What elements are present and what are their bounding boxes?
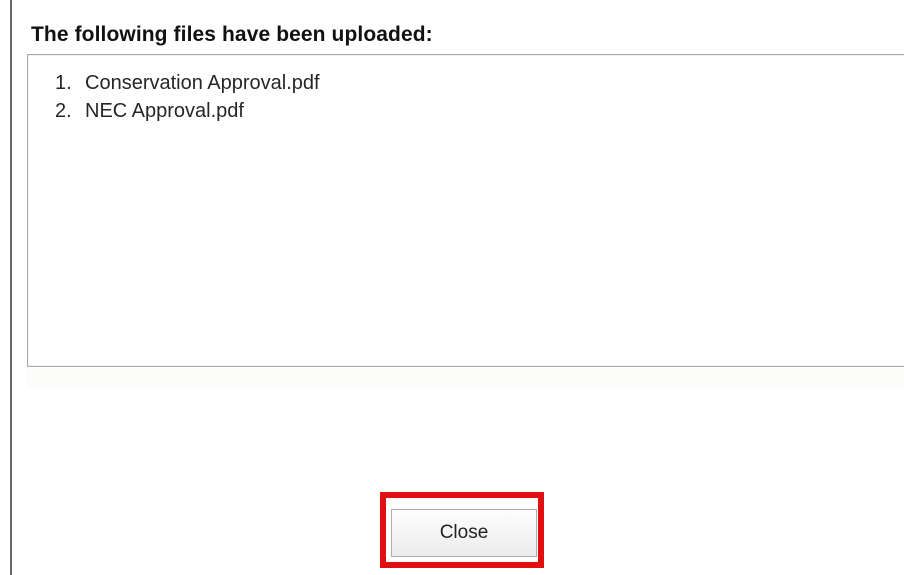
list-item: 2. NEC Approval.pdf	[55, 97, 320, 125]
close-button[interactable]: Close	[391, 509, 537, 557]
file-name: Conservation Approval.pdf	[85, 72, 320, 94]
list-item-number: 1.	[55, 72, 72, 94]
file-name: NEC Approval.pdf	[85, 100, 244, 122]
list-item: 1. Conservation Approval.pdf	[55, 69, 320, 97]
panel-footer-band	[27, 368, 904, 388]
dialog-left-border	[10, 0, 12, 575]
upload-heading: The following files have been uploaded:	[31, 23, 433, 46]
list-item-number: 2.	[55, 100, 72, 122]
uploaded-files-list: 1. Conservation Approval.pdf 2. NEC Appr…	[55, 69, 320, 125]
